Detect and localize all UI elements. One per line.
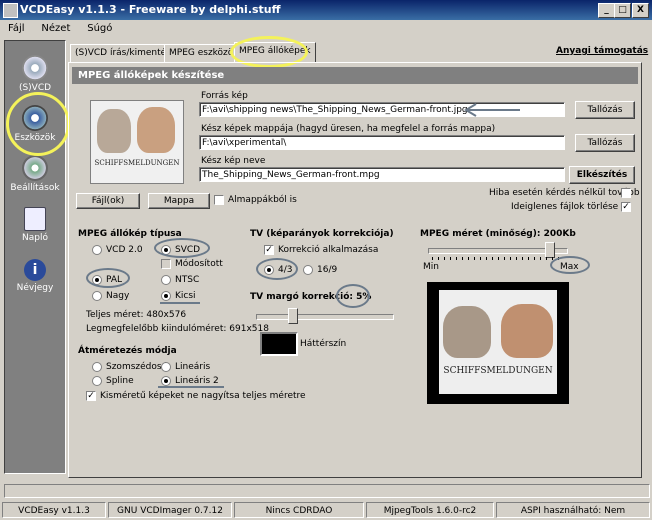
menu-file[interactable]: Fájl	[8, 23, 25, 34]
neighbor-label: Szomszédos l	[106, 362, 167, 372]
delete-temp-checkbox[interactable]: ✓	[621, 202, 631, 212]
output-folder-input[interactable]: F:\avi\xperimental\	[199, 135, 565, 150]
status-vcdimager: GNU VCDImager 0.7.12	[108, 502, 232, 518]
minimize-button[interactable]: _	[598, 3, 615, 18]
create-button[interactable]: Elkészítés	[569, 166, 635, 184]
ratio-169-label: 16/9	[317, 265, 338, 275]
sidebar-item-log[interactable]: Napló	[5, 207, 65, 243]
files-button[interactable]: Fájl(ok)	[76, 193, 140, 209]
resize-title: Átméretezés módja	[78, 346, 177, 356]
preview-poster-text: SCHIFFSMELDUNGEN	[94, 159, 180, 167]
apply-correction-checkbox[interactable]: ✓	[264, 245, 274, 255]
mark-pal	[86, 268, 130, 288]
full-size-text: Teljes méret: 480x576	[86, 310, 187, 320]
linear2-label: Lineáris 2	[175, 376, 219, 386]
window-title: VCDEasy v1.1.3 - Freeware by delphi.stuf…	[20, 3, 281, 16]
subfolders-checkbox[interactable]	[214, 195, 224, 205]
big-label: Nagy	[106, 291, 130, 301]
mark-margin	[336, 284, 370, 308]
settings-icon	[22, 155, 48, 181]
spline-radio[interactable]	[92, 376, 102, 386]
delete-temp-label: Ideiglenes fájlok törlése	[511, 202, 619, 212]
mark-max	[550, 256, 590, 274]
neighbor-radio[interactable]	[92, 362, 102, 372]
background-color-swatch[interactable]	[260, 332, 298, 356]
small-label: Kicsi	[175, 291, 196, 301]
annotation-arrow	[464, 103, 520, 117]
app-icon[interactable]	[3, 3, 18, 18]
spline-label: Spline	[106, 376, 134, 386]
source-preview-image: SCHIFFSMELDUNGEN	[90, 100, 184, 184]
ratio-169-radio[interactable]	[303, 265, 313, 275]
maximize-button[interactable]: □	[614, 3, 631, 18]
apply-correction-label: Korrekció alkalmazása	[278, 245, 379, 255]
mark-small	[160, 302, 200, 304]
folder-label: Kész képek mappája (hagyd üresen, ha meg…	[201, 124, 496, 134]
title-bar: VCDEasy v1.1.3 - Freeware by delphi.stuf…	[0, 0, 652, 20]
status-cdrdao: Nincs CDRDAO	[234, 502, 364, 518]
info-icon: i	[24, 259, 46, 281]
ntsc-label: NTSC	[175, 275, 200, 285]
linear2-radio[interactable]	[161, 376, 171, 386]
quality-ticks	[432, 257, 564, 260]
status-mjpegtools: MjpegTools 1.6.0-rc2	[366, 502, 494, 518]
menu-help[interactable]: Súgó	[87, 23, 112, 34]
tab-vcd-burn[interactable]: (S)VCD írás/kimentés	[70, 44, 176, 63]
status-bar: VCDEasy v1.1.3 GNU VCDImager 0.7.12 Ninc…	[0, 500, 652, 520]
section-title: MPEG állóképek készítése	[72, 67, 638, 84]
quality-min-label: Min	[423, 262, 439, 272]
quality-title: MPEG méret (minőség): 200Kb	[420, 229, 576, 239]
vcd-disc-icon	[22, 55, 48, 81]
source-browse-button[interactable]: Tallózás	[575, 101, 635, 119]
no-enlarge-checkbox[interactable]: ✓	[86, 391, 96, 401]
menu-bar: Fájl Nézet Súgó	[0, 20, 652, 38]
sidebar-item-vcd[interactable]: (S)VCD	[5, 55, 65, 93]
support-link[interactable]: Anyagi támogatás	[556, 46, 648, 56]
output-poster-text: SCHIFFSMELDUNGEN	[443, 366, 553, 376]
mark-linear2	[158, 386, 224, 388]
progress-bar	[4, 484, 650, 498]
vcd-label: VCD 2.0	[106, 245, 143, 255]
linear-radio[interactable]	[161, 362, 171, 372]
ntsc-radio[interactable]	[161, 275, 171, 285]
source-label: Forrás kép	[201, 91, 248, 101]
subfolders-label: Almappákból is	[228, 195, 297, 205]
margin-slider-track[interactable]	[256, 314, 394, 320]
sidebar-item-about[interactable]: i Névjegy	[5, 259, 65, 293]
mark-svcd	[154, 238, 210, 258]
big-radio[interactable]	[92, 291, 102, 301]
close-button[interactable]: X	[632, 3, 649, 18]
no-ask-label: Hiba esetén kérdés nélkül tovább	[489, 188, 640, 198]
folder-button[interactable]: Mappa	[148, 193, 210, 209]
modified-label: Módosított	[175, 259, 223, 269]
mark-43	[256, 258, 298, 280]
modified-checkbox[interactable]	[161, 259, 171, 269]
highlight-sidebar-tools	[6, 92, 70, 156]
tv-aspect-title: TV (képarányok korrekciója)	[250, 229, 394, 239]
mpeg-type-title: MPEG állókép típusa	[78, 229, 182, 239]
output-name-label: Kész kép neve	[201, 156, 266, 166]
status-version: VCDEasy v1.1.3	[2, 502, 106, 518]
output-name-input[interactable]: The_Shipping_News_German-front.mpg	[199, 167, 565, 182]
menu-view[interactable]: Nézet	[41, 23, 70, 34]
sidebar-item-settings[interactable]: Beállítások	[5, 155, 65, 193]
margin-slider-thumb[interactable]	[288, 308, 298, 324]
linear-label: Lineáris	[175, 362, 211, 372]
status-aspi: ASPI használható: Nem	[496, 502, 650, 518]
log-icon	[24, 207, 46, 231]
output-preview-image: SCHIFFSMELDUNGEN	[427, 282, 569, 404]
vcd-radio[interactable]	[92, 245, 102, 255]
folder-browse-button[interactable]: Tallózás	[575, 134, 635, 152]
background-color-label: Háttérszín	[300, 339, 347, 349]
small-radio[interactable]	[161, 291, 171, 301]
quality-slider-thumb[interactable]	[545, 242, 555, 258]
no-ask-checkbox[interactable]	[621, 188, 631, 198]
best-size-text: Legmegfelelőbb kiindulóméret: 691x518	[86, 324, 269, 334]
no-enlarge-label: Kisméretű képeket ne nagyítsa teljes mér…	[100, 391, 306, 401]
